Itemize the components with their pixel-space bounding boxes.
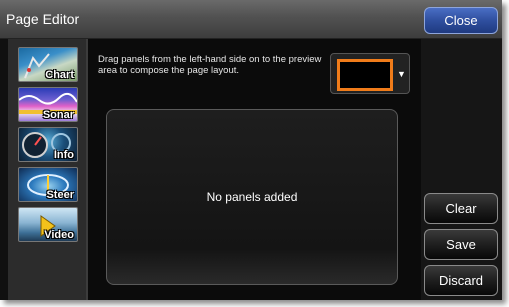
chevron-down-icon: ▼ xyxy=(397,69,406,79)
layout-selector[interactable]: ▼ xyxy=(330,53,410,94)
page-title: Page Editor xyxy=(6,11,80,27)
panel-item-video[interactable]: Video xyxy=(18,207,78,242)
save-button[interactable]: Save xyxy=(424,229,498,260)
page-editor-window: Page Editor Close Chart Sonar Info Steer… xyxy=(0,0,502,300)
panel-item-label: Sonar xyxy=(42,109,74,121)
panel-item-label: Info xyxy=(53,149,74,161)
discard-button[interactable]: Discard xyxy=(424,265,498,296)
layout-preview-icon xyxy=(337,59,393,91)
panel-item-label: Steer xyxy=(46,189,74,201)
instructions-text: Drag panels from the left-hand side on t… xyxy=(98,54,322,76)
panel-sidebar: Chart Sonar Info Steer Video xyxy=(8,39,87,300)
panel-item-label: Chart xyxy=(45,69,74,81)
panel-item-steer[interactable]: Steer xyxy=(18,167,78,202)
panel-item-info[interactable]: Info xyxy=(18,127,78,162)
panel-item-label: Video xyxy=(44,229,74,241)
action-column xyxy=(421,39,502,300)
panel-item-chart[interactable]: Chart xyxy=(18,47,78,82)
preview-empty-message: No panels added xyxy=(206,190,298,204)
close-button[interactable]: Close xyxy=(424,7,498,34)
clear-button[interactable]: Clear xyxy=(424,193,498,224)
panel-item-sonar[interactable]: Sonar xyxy=(18,87,78,122)
page-preview-area[interactable]: No panels added xyxy=(106,109,398,285)
